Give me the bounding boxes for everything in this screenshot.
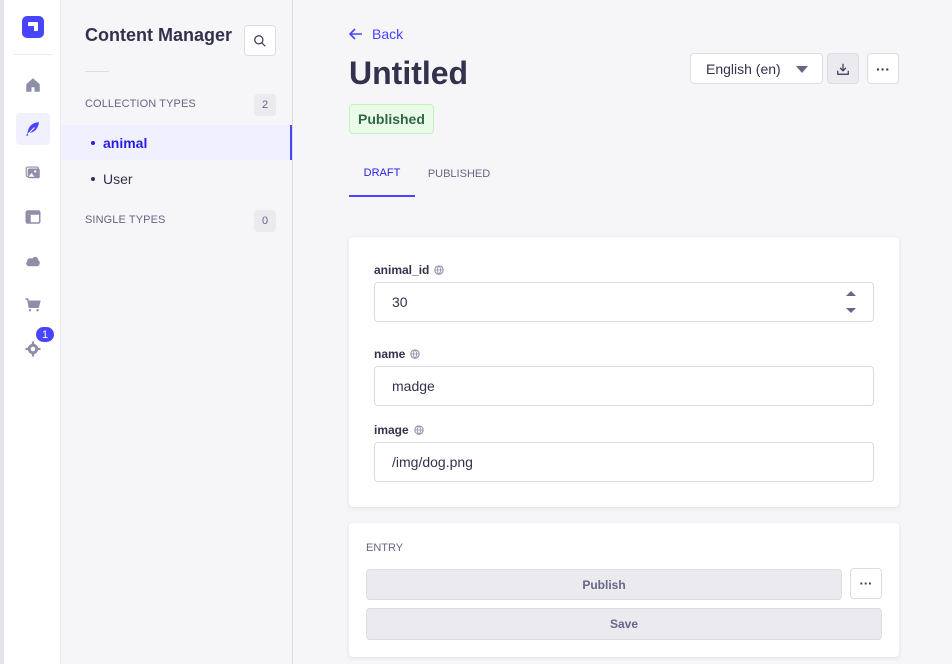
- search-icon: [254, 34, 266, 47]
- home-nav-button[interactable]: [16, 69, 50, 101]
- publish-button[interactable]: Publish: [366, 569, 842, 600]
- field-label-text: name: [374, 347, 406, 361]
- marketplace-nav-button[interactable]: [16, 289, 50, 321]
- more-icon: ···: [876, 60, 890, 77]
- cart-icon: [25, 298, 41, 312]
- collection-types-heading[interactable]: COLLECTION TYPES: [85, 98, 196, 110]
- arrow-left-icon: [349, 28, 362, 40]
- subnav-item-label: User: [103, 170, 133, 187]
- window-edge: [0, 0, 4, 664]
- single-types-heading[interactable]: SINGLE TYPES: [85, 214, 165, 226]
- back-label: Back: [372, 26, 404, 42]
- layout-icon: [25, 210, 41, 224]
- back-link[interactable]: Back: [349, 26, 403, 42]
- animal-id-input[interactable]: 30: [374, 282, 874, 322]
- status-badge: Published: [349, 104, 434, 134]
- download-icon: [837, 63, 849, 75]
- save-button[interactable]: Save: [366, 608, 882, 640]
- field-label-text: image: [374, 423, 409, 437]
- media-icon: [25, 166, 40, 179]
- field-label-name: name: [374, 347, 421, 361]
- chevron-down-icon[interactable]: [846, 308, 856, 313]
- field-label-image: image: [374, 423, 424, 437]
- entry-more-button[interactable]: ···: [850, 568, 882, 599]
- subnav-item-animal[interactable]: animal: [61, 125, 292, 160]
- animal-id-value: 30: [392, 294, 408, 310]
- chevron-up-icon[interactable]: [846, 291, 856, 296]
- rail-divider: [14, 54, 52, 55]
- globe-icon: [414, 425, 424, 435]
- subnav-item-label: animal: [103, 134, 148, 151]
- subnav-item-user[interactable]: User: [61, 161, 292, 196]
- cloud-nav-button[interactable]: [16, 245, 50, 277]
- image-input[interactable]: /img/dog.png: [374, 442, 874, 482]
- name-value: madge: [392, 378, 435, 394]
- subnav-divider: [85, 71, 109, 72]
- bullet-icon: [91, 176, 95, 181]
- name-input[interactable]: madge: [374, 366, 874, 406]
- globe-icon: [410, 349, 421, 359]
- collection-types-count: 2: [254, 94, 276, 116]
- single-types-count: 0: [254, 210, 276, 232]
- more-actions-button[interactable]: ···: [867, 53, 899, 84]
- cloud-icon: [26, 256, 40, 267]
- content-type-builder-nav-button[interactable]: [16, 201, 50, 233]
- home-icon: [26, 78, 40, 92]
- entry-panel: ENTRY Publish ··· Save: [349, 523, 899, 657]
- tab-draft[interactable]: DRAFT: [349, 150, 415, 197]
- strapi-logo[interactable]: [22, 16, 44, 38]
- field-label-text: animal_id: [374, 263, 430, 277]
- image-value: /img/dog.png: [392, 454, 473, 470]
- field-label-animal-id: animal_id: [374, 263, 445, 277]
- download-button[interactable]: [827, 53, 859, 84]
- more-icon: ···: [859, 576, 873, 591]
- notification-badge: 1: [34, 325, 56, 344]
- page-title: Untitled: [349, 55, 469, 91]
- tab-published[interactable]: PUBLISHED: [425, 150, 493, 197]
- globe-icon: [434, 265, 445, 275]
- subnav-title: Content Manager: [85, 25, 233, 45]
- locale-select[interactable]: English (en): [690, 53, 823, 84]
- media-library-nav-button[interactable]: [16, 157, 50, 189]
- subnav-search-button[interactable]: [244, 25, 276, 56]
- number-stepper[interactable]: [845, 290, 857, 314]
- feather-icon: [26, 122, 39, 136]
- edit-fields-card: animal_id 30 name madge image /img/dog.p…: [349, 237, 899, 507]
- bullet-icon: [91, 140, 95, 145]
- locale-value: English (en): [706, 60, 781, 77]
- caret-down-icon: [796, 66, 808, 73]
- main-nav-rail: 1: [0, 0, 61, 664]
- content-manager-subnav: Content Manager COLLECTION TYPES 2 anima…: [61, 0, 293, 664]
- entry-panel-title: ENTRY: [366, 542, 404, 554]
- content-manager-nav-button[interactable]: [16, 113, 50, 145]
